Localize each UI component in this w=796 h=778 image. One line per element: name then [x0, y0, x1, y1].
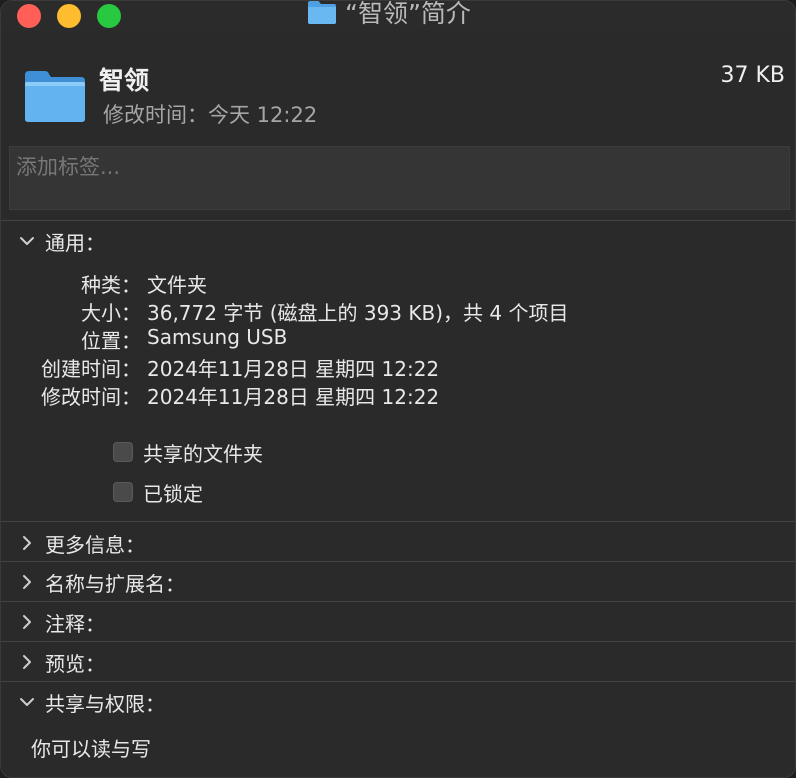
divider [1, 220, 795, 221]
section-sharing-toggle[interactable]: 共享与权限： [19, 688, 165, 716]
divider [1, 641, 795, 642]
permission-text: 你可以读与写 [31, 737, 151, 761]
tags-input[interactable]: 添加标签... [9, 146, 790, 210]
section-general-label: 通用： [45, 230, 105, 255]
locked-checkbox[interactable]: 已锁定 [113, 479, 203, 506]
modified-value: 2024年11月28日 星期四 12:22 [147, 385, 440, 409]
chevron-down-icon [19, 233, 35, 249]
modified-label: 修改时间： [41, 385, 141, 409]
section-preview-label: 预览： [45, 651, 105, 676]
section-comments-toggle[interactable]: 注释： [19, 608, 105, 636]
window-title-group: “智领”简介 [307, 0, 471, 29]
chevron-right-icon [19, 614, 35, 630]
modified-summary: 修改时间：今天 12:22 [103, 103, 318, 127]
location-value: Samsung USB [147, 325, 288, 349]
info-header: 智领 修改时间：今天 12:22 37 KB [1, 49, 795, 133]
minimize-button[interactable] [57, 4, 81, 28]
chevron-right-icon [19, 535, 35, 551]
section-more-info-toggle[interactable]: 更多信息： [19, 529, 145, 557]
close-button[interactable] [17, 4, 41, 28]
title-bar[interactable]: “智领”简介 [1, 1, 795, 31]
divider [1, 681, 795, 682]
chevron-right-icon [19, 654, 35, 670]
shared-folder-checkbox[interactable]: 共享的文件夹 [113, 439, 263, 466]
item-name: 智领 [99, 66, 150, 95]
chevron-down-icon [19, 694, 35, 710]
section-more-info-label: 更多信息： [45, 532, 145, 557]
section-name-ext-label: 名称与扩展名： [45, 571, 185, 596]
kind-label: 种类： [81, 273, 141, 297]
divider [1, 521, 795, 522]
zoom-button[interactable] [97, 4, 121, 28]
folder-icon [23, 69, 87, 123]
locked-checkbox-box[interactable] [113, 482, 133, 502]
window-title: “智领”简介 [345, 0, 471, 28]
chevron-right-icon [19, 574, 35, 590]
location-label: 位置： [81, 329, 141, 353]
locked-label: 已锁定 [143, 481, 203, 506]
item-size: 37 KB [720, 63, 785, 88]
kind-value: 文件夹 [147, 273, 207, 297]
divider [1, 561, 795, 562]
section-general-toggle[interactable]: 通用： [19, 227, 105, 255]
size-label: 大小： [81, 301, 141, 325]
shared-folder-label: 共享的文件夹 [143, 441, 263, 466]
folder-icon [307, 1, 337, 25]
section-name-ext-toggle[interactable]: 名称与扩展名： [19, 568, 185, 596]
shared-folder-checkbox-box[interactable] [113, 442, 133, 462]
info-window: “智领”简介 智领 修改时间：今天 12:22 37 KB 添加标签... 通用… [0, 0, 796, 778]
section-preview-toggle[interactable]: 预览： [19, 648, 105, 676]
divider [1, 601, 795, 602]
created-value: 2024年11月28日 星期四 12:22 [147, 357, 440, 381]
section-comments-label: 注释： [45, 611, 105, 636]
size-value: 36,772 字节 (磁盘上的 393 KB)，共 4 个项目 [147, 301, 569, 325]
section-sharing-label: 共享与权限： [45, 691, 165, 716]
created-label: 创建时间： [41, 357, 141, 381]
